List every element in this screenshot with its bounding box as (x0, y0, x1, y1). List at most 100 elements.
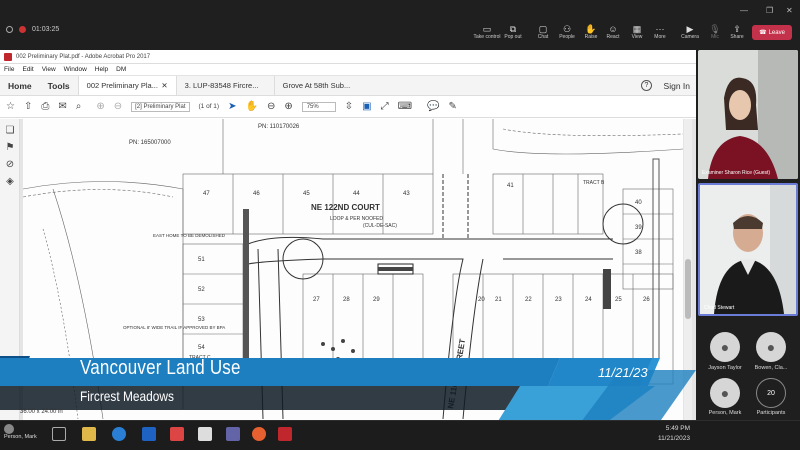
menu-view[interactable]: View (42, 66, 56, 73)
search-icon[interactable]: ⌕ (76, 101, 82, 112)
windows-start-icon[interactable] (52, 427, 66, 441)
scrollbar-thumb[interactable] (685, 259, 691, 319)
close-window-icon[interactable]: ✕ (786, 6, 793, 15)
select-cursor-icon[interactable]: ➤ (228, 101, 236, 112)
highlight-icon[interactable]: ✎ (448, 101, 456, 112)
page-count: (1 of 1) (198, 103, 220, 110)
full-screen-icon[interactable]: ⤢ (381, 101, 389, 112)
previous-page-icon[interactable]: ⊕ (96, 101, 104, 112)
person-icon: ● (720, 339, 730, 355)
close-tab-icon[interactable]: ✕ (161, 81, 167, 90)
tract-b-label: TRACT B (583, 180, 605, 186)
recording-icon (19, 26, 26, 33)
hand-tool-icon[interactable]: ✋ (245, 101, 257, 112)
teams-meeting-bar: — ❐ ✕ 01:03:25 ▭ Take control ⧉ Pop out ▢ C… (0, 0, 800, 50)
zoom-out-icon[interactable]: ⊖ (267, 101, 275, 112)
tab-tools[interactable]: Tools (40, 76, 78, 95)
user-avatar-icon (4, 424, 14, 434)
lot-47: 47 (203, 191, 210, 197)
menu-edit[interactable]: Edit (22, 66, 33, 73)
firefox-icon[interactable] (252, 427, 266, 441)
acrobat-title-bar: 002 Preliminary Plat.pdf - Adobe Acrobat… (0, 50, 696, 64)
menu-dm[interactable]: DM (116, 66, 126, 73)
participants-count[interactable]: 20 (756, 378, 786, 408)
tab-doc-preliminary-plat[interactable]: 002 Preliminary Pla... ✕ (77, 76, 176, 95)
help-icon[interactable]: ? (641, 80, 652, 91)
lot-46: 46 (253, 191, 260, 197)
pop-out-icon: ⧉ (509, 24, 517, 34)
lot-24: 24 (585, 297, 592, 303)
video-tile-examiner[interactable]: Examiner Sharon Rice (Guest) (698, 50, 798, 179)
more-icon: ··· (655, 24, 665, 34)
person-icon: ● (766, 339, 776, 355)
lower-third: Vancouver Land Use Fircrest Meadows 11/2… (0, 353, 660, 413)
tab-bar: Home Tools 002 Preliminary Pla... ✕ 3. LU… (0, 76, 696, 96)
menu-help[interactable]: Help (95, 66, 108, 73)
upload-icon[interactable]: ⇧ (24, 101, 32, 112)
lot-27: 27 (313, 297, 320, 303)
menu-window[interactable]: Window (64, 66, 87, 73)
keyboard-icon[interactable]: ⌨ (398, 101, 412, 112)
taskbar-clock[interactable]: 5:49 PM 11/21/2023 (658, 424, 690, 444)
lot-29: 29 (373, 297, 380, 303)
avatar-name: Jayson Taylor (708, 365, 742, 371)
screen: — ❐ ✕ 01:03:25 ▭ Take control ⧉ Pop out ▢ C… (0, 0, 800, 450)
participant-name: Examiner Sharon Rice (Guest) (702, 170, 771, 176)
more-button[interactable]: ··· More (645, 24, 675, 40)
sign-in-link[interactable]: Sign In (664, 81, 690, 91)
lot-51: 51 (198, 257, 205, 263)
participants-panel: Examiner Sharon Rice (Guest) Chad Stewar… (696, 50, 800, 445)
tab-doc-grove[interactable]: Grove At 58th Sub... (273, 76, 372, 95)
avatar[interactable]: ● (710, 378, 740, 408)
person-icon: ● (720, 385, 730, 401)
bookmark-icon[interactable]: ⚑ (0, 142, 20, 153)
video-tile-speaker[interactable]: Chad Stewart (698, 183, 798, 316)
outlook-icon[interactable] (142, 427, 156, 441)
lot-41: 41 (507, 183, 514, 189)
app-icon-2[interactable] (198, 427, 212, 441)
file-explorer-icon[interactable] (82, 427, 96, 441)
taskbar-user: Person, Mark (4, 424, 44, 440)
pop-out-button[interactable]: ⧉ Pop out (498, 24, 528, 40)
comment-icon[interactable]: 💬 (427, 101, 439, 112)
loop-label: LOOP & PER NOOFED (330, 216, 383, 222)
next-page-icon[interactable]: ⊖ (114, 101, 122, 112)
layers-icon[interactable]: ◈ (0, 176, 20, 187)
pdf-icon (4, 52, 12, 61)
cul-de-sac-label: (CUL-DE-SAC) (363, 223, 397, 229)
attachment-icon[interactable]: ⊘ (0, 159, 20, 170)
lot-52: 52 (198, 287, 205, 293)
lower-third-subtitle: Fircrest Meadows (80, 388, 174, 404)
tab-home[interactable]: Home (0, 76, 40, 95)
zoom-select[interactable]: 75% (301, 101, 336, 112)
participant-name: Chad Stewart (704, 305, 735, 311)
pn-label-2: PN: 165007000 (129, 140, 171, 146)
minimize-icon[interactable]: — (740, 6, 748, 15)
share-button[interactable]: ⇪ Share (722, 24, 752, 40)
tab-doc-lup[interactable]: 3. LUP-83548 Fircre... (175, 76, 274, 95)
fit-page-icon[interactable]: ⇳ (345, 101, 353, 112)
teams-icon[interactable] (226, 427, 240, 441)
acrobat-icon[interactable] (278, 427, 292, 441)
page-number-input[interactable]: [2] Preliminary Plat (131, 101, 190, 112)
participant-video (698, 50, 798, 179)
avatar[interactable]: ● (710, 332, 740, 362)
lot-22: 22 (525, 297, 532, 303)
app-icon[interactable] (170, 427, 184, 441)
edge-icon[interactable] (112, 427, 126, 441)
lot-38: 38 (635, 250, 642, 256)
trail-note: OPTIONAL 8' WIDE TRAIL IF APPROVED BY BP… (123, 325, 225, 330)
lot-28: 28 (343, 297, 350, 303)
menu-file[interactable]: File (4, 66, 14, 73)
create-icon[interactable]: ☆ (6, 101, 15, 112)
meeting-timer: 01:03:25 (6, 26, 59, 33)
leave-button[interactable]: ☎ Leave (752, 25, 792, 40)
avatar[interactable]: ● (756, 332, 786, 362)
email-icon[interactable]: ✉ (58, 101, 66, 112)
page-thumbnails-icon[interactable]: ❏ (0, 125, 20, 136)
print-icon[interactable]: ⎙ (41, 101, 49, 112)
court-name-label: NE 122ND COURT (311, 203, 380, 212)
zoom-in-icon[interactable]: ⊕ (284, 101, 292, 112)
restore-icon[interactable]: ❐ (766, 6, 773, 15)
scroll-mode-icon[interactable]: ▣ (362, 101, 371, 112)
